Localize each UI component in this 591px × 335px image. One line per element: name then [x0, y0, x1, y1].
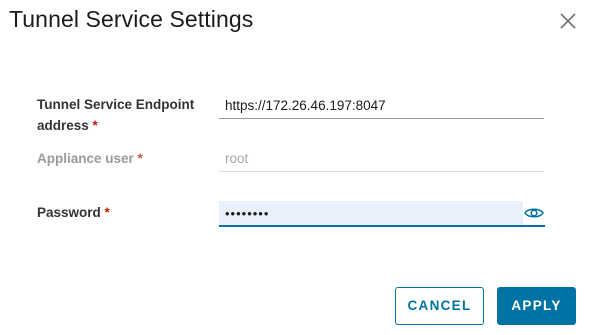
endpoint-address-input[interactable]: https://172.26.46.197:8047 — [219, 93, 544, 119]
password-input[interactable]: •••••••• — [219, 201, 523, 227]
required-mark: * — [137, 151, 143, 166]
cancel-button[interactable]: CANCEL — [395, 287, 484, 325]
apply-button[interactable]: APPLY — [497, 287, 576, 325]
password-label: Password * — [37, 202, 212, 223]
appliance-user-label: Appliance user * — [37, 148, 212, 169]
endpoint-label: Tunnel Service Endpoint address * — [37, 94, 212, 136]
password-label-text: Password — [37, 205, 101, 220]
close-icon[interactable] — [558, 11, 578, 31]
dialog-title: Tunnel Service Settings — [9, 6, 254, 32]
appliance-user-value: root — [225, 151, 249, 166]
close-button[interactable] — [558, 11, 578, 31]
endpoint-label-text: Tunnel Service Endpoint address — [37, 97, 195, 133]
endpoint-value: https://172.26.46.197:8047 — [225, 98, 386, 113]
tunnel-service-settings-dialog: Tunnel Service Settings Tunnel Service E… — [0, 0, 591, 335]
required-mark: * — [92, 118, 98, 133]
show-password-toggle[interactable] — [523, 201, 545, 227]
appliance-user-label-text: Appliance user — [37, 151, 134, 166]
password-masked-value: •••••••• — [225, 206, 270, 221]
required-mark: * — [104, 205, 110, 220]
appliance-user-input: root — [219, 146, 544, 172]
